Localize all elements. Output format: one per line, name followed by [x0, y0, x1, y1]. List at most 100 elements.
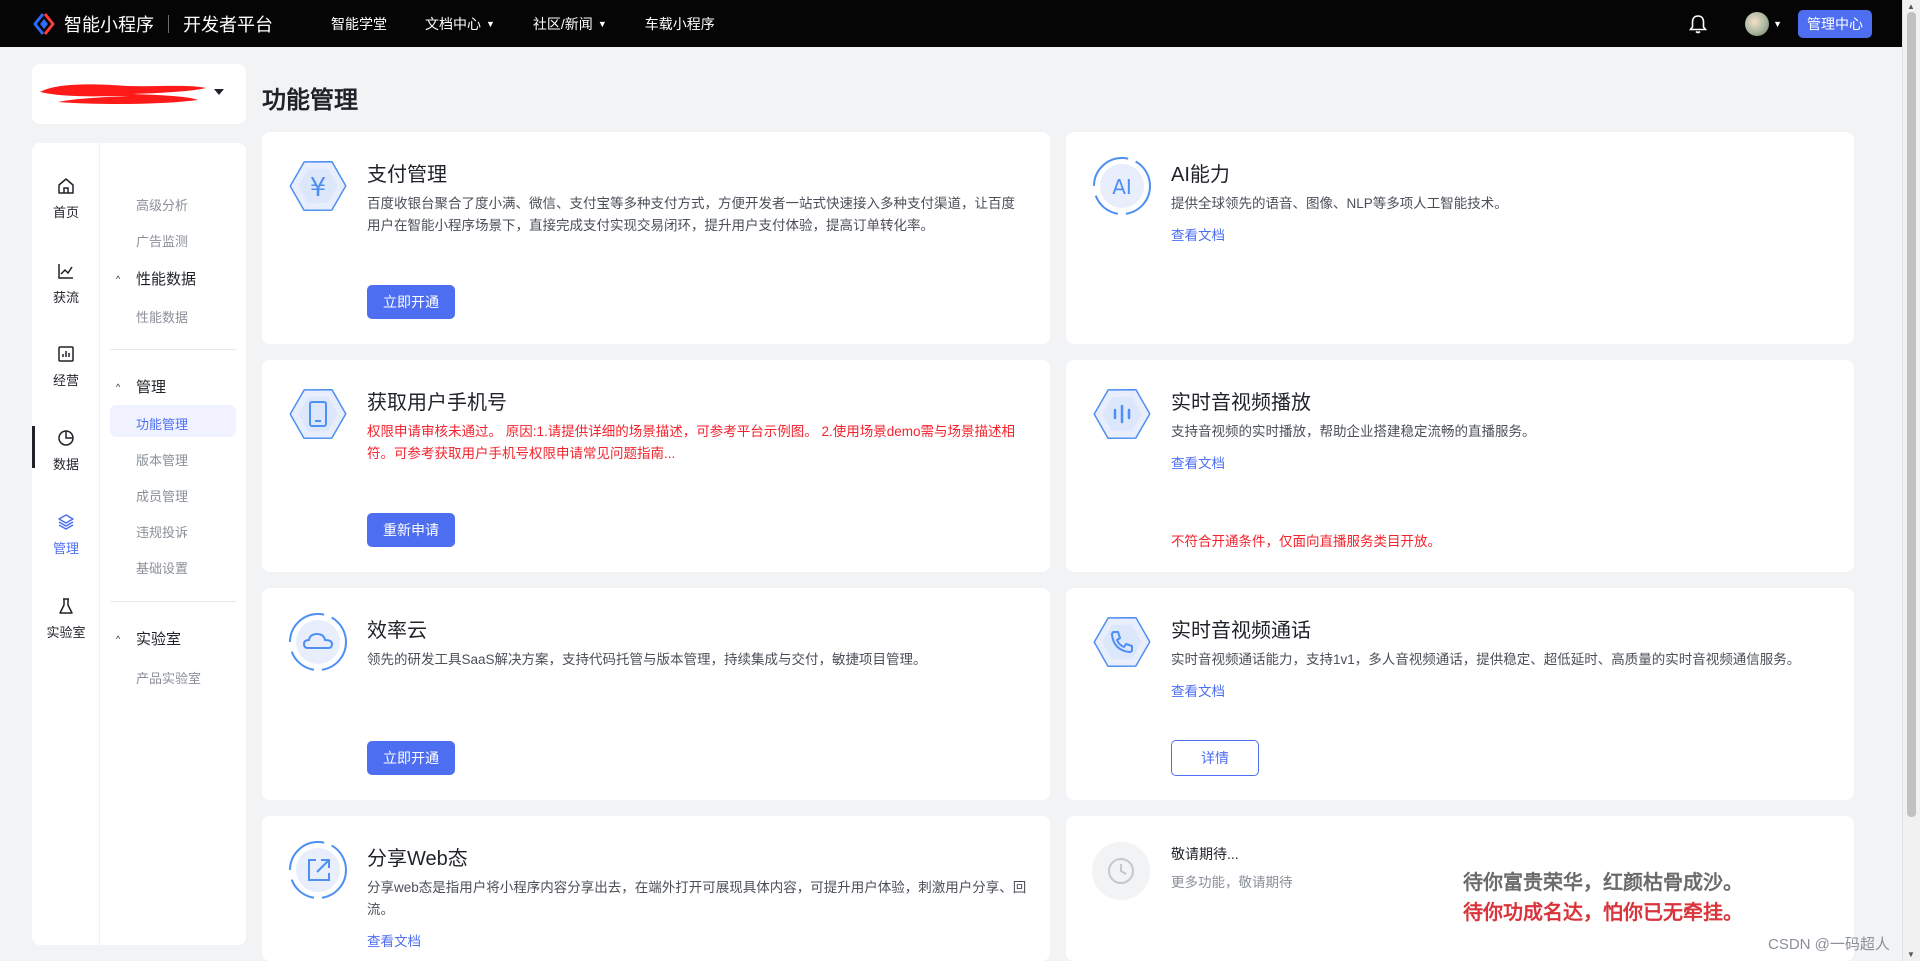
rail-item-home[interactable]: 首页	[32, 175, 100, 235]
sidebar: 首页 获流 经营 数据 管理 实验室 高级分析 广告监测 ^ 性能数据 性能数据…	[32, 143, 246, 945]
nav-item-label: 社区/新闻	[532, 15, 593, 32]
subnav-item-version-manage[interactable]: 版本管理	[136, 450, 188, 469]
pie-chart-icon	[55, 427, 77, 449]
subnav-item-feature-manage[interactable]: 功能管理	[136, 414, 188, 433]
brand-subtitle: 开发者平台	[183, 14, 273, 35]
card-description: 百度收银台聚合了度小满、微信、支付宝等多种支付方式，方便开发者一站式快速接入多种…	[367, 196, 1015, 233]
view-docs-link[interactable]: 查看文档	[1171, 224, 1225, 244]
watermark: CSDN @一码超人	[1768, 936, 1890, 953]
page-title: 功能管理	[262, 87, 358, 114]
subnav-divider	[110, 601, 236, 602]
subnav-item-ad-monitor[interactable]: 广告监测	[136, 231, 188, 250]
sidebar-subnav: 高级分析 广告监测 ^ 性能数据 性能数据 ^ 管理 功能管理 版本管理 成员管…	[100, 143, 246, 945]
user-menu[interactable]: ▼	[1745, 11, 1782, 36]
subnav-item-member-manage[interactable]: 成员管理	[136, 486, 188, 505]
subnav-divider	[110, 349, 236, 350]
top-right-actions: ▼ 管理中心	[1687, 0, 1902, 47]
chevron-up-icon: ^	[116, 381, 121, 392]
chevron-down-icon: ▼	[486, 18, 495, 29]
card-title: 效率云	[367, 620, 427, 642]
feature-card-web-share: 分享Web态 分享web态是指用户将小程序内容分享出去，在端外打开可展现具体内容…	[262, 816, 1050, 961]
subnav-group-label: 性能数据	[136, 271, 197, 288]
rail-item-operations[interactable]: 经营	[32, 343, 100, 403]
chevron-up-icon: ^	[116, 273, 121, 284]
subnav-group-performance[interactable]: ^ 性能数据	[116, 268, 196, 289]
view-docs-link[interactable]: 查看文档	[1171, 680, 1225, 700]
app-selector[interactable]	[32, 64, 246, 124]
rail-label: 经营	[52, 373, 79, 388]
feature-card-phone-number: 获取用户手机号 权限申请审核未通过。 原因:1.请提供详细的场景描述，可参考平台…	[262, 360, 1050, 572]
caret-down-icon	[214, 89, 224, 95]
yuan-icon: ¥	[289, 160, 347, 212]
subnav-item-advanced-analysis[interactable]: 高级分析	[136, 195, 188, 214]
card-title: 分享Web态	[367, 848, 468, 870]
share-icon	[289, 841, 347, 899]
view-docs-link[interactable]: 查看文档	[367, 930, 421, 950]
poem-line: 待你富贵荣华，红颜枯骨成沙。	[1463, 872, 1743, 894]
subnav-group-label: 管理	[136, 379, 167, 396]
svg-text:¥: ¥	[310, 173, 327, 203]
brand[interactable]: 智能小程序 开发者平台	[32, 11, 273, 37]
poem-overlay: 待你富贵荣华，红颜枯骨成沙。 待你功成名达，怕你已无牵挂。	[1463, 868, 1743, 928]
scrollbar-thumb[interactable]	[1907, 12, 1916, 817]
card-title: 支付管理	[367, 164, 447, 186]
page-scrollbar[interactable]: ▲ ▼	[1902, 0, 1920, 961]
mobile-phone-icon	[289, 388, 347, 440]
sidebar-rail: 首页 获流 经营 数据 管理 实验室	[32, 143, 100, 945]
clock-icon	[1092, 842, 1150, 900]
nav-item-car[interactable]: 车载小程序	[645, 14, 715, 34]
avatar	[1745, 11, 1770, 36]
activate-cloud-button[interactable]: 立即开通	[367, 741, 455, 775]
details-button[interactable]: 详情	[1171, 740, 1259, 776]
rail-item-lab[interactable]: 实验室	[32, 595, 100, 655]
nav-item-label: 车载小程序	[644, 15, 715, 32]
poem-line: 待你功成名达，怕你已无牵挂。	[1463, 902, 1743, 924]
feature-card-live-playback: 实时音视频播放 支持音视频的实时播放，帮助企业搭建稳定流畅的直播服务。 查看文档…	[1066, 360, 1854, 572]
cloud-icon	[289, 613, 347, 671]
ai-icon: AI	[1093, 157, 1151, 215]
card-description: 支持音视频的实时播放，帮助企业搭建稳定流畅的直播服务。	[1171, 424, 1536, 439]
subnav-group-manage[interactable]: ^ 管理	[116, 376, 166, 397]
card-description: 实时音视频通话能力，支持1v1，多人音视频通话，提供稳定、超低延时、高质量的实时…	[1171, 652, 1801, 667]
view-docs-link[interactable]: 查看文档	[1171, 452, 1225, 472]
subnav-item-product-lab[interactable]: 产品实验室	[136, 668, 201, 687]
chevron-down-icon: ▼	[1773, 18, 1782, 29]
review-rejection-message: 权限申请审核未通过。 原因:1.请提供详细的场景描述，可参考平台示例图。 2.使…	[367, 424, 1016, 461]
ineligible-warning: 不符合开通条件，仅面向直播服务类目开放。	[1171, 534, 1441, 549]
feature-card-ai: AI AI能力 提供全球领先的语音、图像、NLP等多项人工智能技术。 查看文档	[1066, 132, 1854, 344]
scroll-up-arrow-icon[interactable]: ▲	[1907, 2, 1915, 11]
chevron-down-icon: ▼	[597, 18, 607, 29]
admin-center-button[interactable]: 管理中心	[1798, 9, 1872, 38]
feature-card-payment: ¥ 支付管理 百度收银台聚合了度小满、微信、支付宝等多种支付方式，方便开发者一站…	[262, 132, 1050, 344]
home-icon	[55, 175, 77, 197]
top-nav: 智能学堂 文档中心 ▼ 社区/新闻 ▼ 车载小程序	[331, 14, 753, 34]
card-title: AI能力	[1171, 164, 1230, 186]
activate-payment-button[interactable]: 立即开通	[367, 285, 455, 319]
subnav-item-performance-data[interactable]: 性能数据	[136, 307, 188, 326]
svg-text:AI: AI	[1112, 175, 1132, 199]
scroll-down-arrow-icon[interactable]: ▼	[1907, 950, 1915, 959]
flask-icon	[55, 595, 77, 617]
brand-divider	[168, 14, 169, 33]
subnav-group-lab[interactable]: ^ 实验室	[116, 628, 181, 649]
card-title: 实时音视频播放	[1171, 392, 1311, 414]
bell-icon[interactable]	[1687, 13, 1709, 35]
subnav-item-basic-settings[interactable]: 基础设置	[136, 558, 188, 577]
reapply-button[interactable]: 重新申请	[367, 513, 455, 547]
subnav-group-label: 实验室	[136, 631, 182, 648]
feature-card-video-call: 实时音视频通话 实时音视频通话能力，支持1v1，多人音视频通话，提供稳定、超低延…	[1066, 588, 1854, 800]
brand-name: 智能小程序	[64, 14, 154, 35]
phone-call-icon	[1093, 616, 1151, 668]
rail-active-indicator	[32, 426, 35, 468]
rail-item-manage[interactable]: 管理	[32, 511, 100, 571]
rail-item-data[interactable]: 数据	[32, 427, 100, 487]
subnav-item-violation-complaint[interactable]: 违规投诉	[136, 522, 188, 541]
chart-box-icon	[55, 343, 77, 365]
rail-label: 实验室	[46, 625, 86, 640]
nav-item-docs[interactable]: 文档中心 ▼	[425, 14, 495, 34]
card-title: 获取用户手机号	[367, 392, 507, 414]
nav-item-label: 智能学堂	[331, 15, 387, 32]
rail-item-traffic[interactable]: 获流	[32, 260, 100, 320]
nav-item-community[interactable]: 社区/新闻 ▼	[533, 14, 607, 34]
nav-item-academy[interactable]: 智能学堂	[331, 14, 387, 34]
